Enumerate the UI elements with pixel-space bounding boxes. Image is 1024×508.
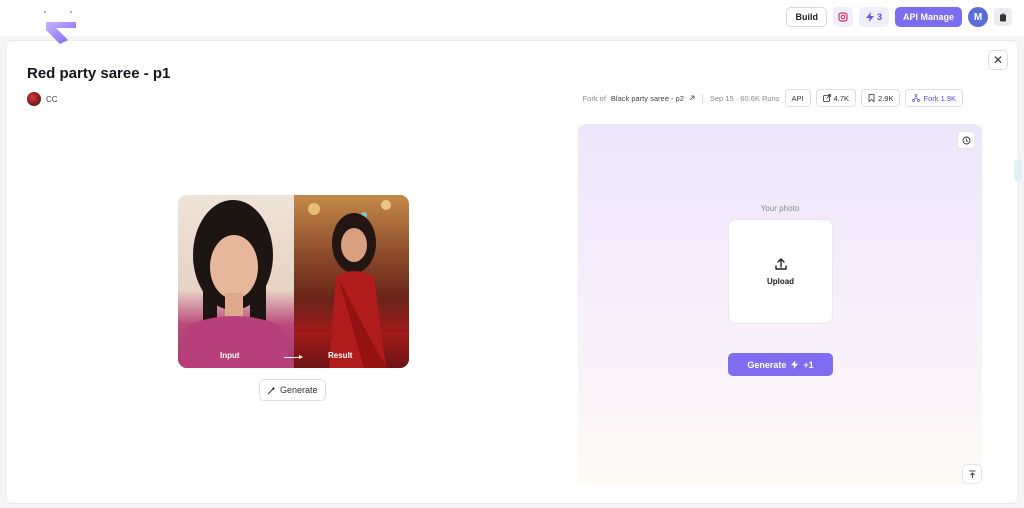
app-logo[interactable] <box>42 8 82 48</box>
page-title: Red party saree - p1 <box>27 65 171 82</box>
generate-button[interactable]: Generate +1 <box>728 353 833 376</box>
generate-cost: +1 <box>803 359 814 370</box>
api-button[interactable]: API <box>784 89 811 107</box>
close-icon: ✕ <box>992 53 1004 67</box>
user-avatar[interactable]: M <box>968 7 988 27</box>
api-manage-button[interactable]: API Manage <box>894 7 962 27</box>
input-caption: Input <box>220 351 240 360</box>
main-card: ✕ Red party saree - p1 CC Fork of Black … <box>5 40 1022 504</box>
top-bar: Build 3 API Manage M <box>0 0 1024 36</box>
instagram-icon <box>838 12 848 22</box>
result-photo: Result <box>294 195 409 368</box>
arrow-right-icon <box>284 355 303 359</box>
upload-icon <box>774 258 787 270</box>
author-avatar <box>27 92 41 106</box>
lightning-icon <box>865 12 874 22</box>
meta-row: Fork of Black party saree - p2 Sep 15 · … <box>583 89 963 107</box>
external-link-icon <box>689 95 695 101</box>
author-name: CC <box>46 94 58 104</box>
fork-prefix: Fork of <box>582 93 606 103</box>
fork-source-link[interactable]: Black party saree - p2 <box>611 94 684 103</box>
arrow-up-to-line-icon <box>969 470 975 478</box>
top-actions: Build 3 API Manage M <box>786 7 1012 27</box>
shares-count: 4.7K <box>833 93 850 103</box>
meta-divider <box>701 93 703 103</box>
history-button[interactable] <box>957 131 975 149</box>
clipboard-button[interactable] <box>994 8 1012 26</box>
date-runs: Sep 15 · 60.6K Runs <box>709 93 780 103</box>
author[interactable]: CC <box>27 92 58 106</box>
generate-example-button[interactable]: Generate <box>259 379 326 401</box>
generation-panel: Your photo Upload Generate +1 <box>578 124 982 484</box>
credits-count: 3 <box>876 12 882 22</box>
history-icon <box>962 136 970 144</box>
credits-badge[interactable]: 3 <box>858 7 889 27</box>
clipboard-icon <box>1000 13 1006 21</box>
api-label: API <box>791 93 804 103</box>
example-preview-image: Input Result <box>178 195 409 368</box>
fork-label: Fork 1.9K <box>923 93 956 103</box>
input-photo: Input <box>178 195 294 368</box>
fork-icon <box>912 94 921 102</box>
share-button[interactable]: 4.7K <box>815 89 857 107</box>
close-button[interactable]: ✕ <box>988 50 1008 70</box>
scroll-to-top-button[interactable] <box>962 464 982 484</box>
lightning-icon <box>791 360 799 369</box>
saves-count: 2.9K <box>878 93 894 103</box>
save-button[interactable]: 2.9K <box>861 89 901 107</box>
result-caption: Result <box>328 351 353 360</box>
build-button[interactable]: Build <box>786 7 827 27</box>
your-photo-label: Your photo <box>760 204 800 213</box>
generate-example-label: Generate <box>280 385 318 395</box>
fork-button[interactable]: Fork 1.9K <box>905 89 963 107</box>
generate-label: Generate <box>747 359 787 370</box>
side-handle[interactable] <box>1014 159 1022 181</box>
upload-dropzone[interactable]: Upload <box>728 219 833 324</box>
upload-label: Upload <box>766 277 795 286</box>
bookmark-icon <box>868 94 875 102</box>
instagram-button[interactable] <box>832 7 853 27</box>
share-icon <box>822 94 831 102</box>
magic-wand-icon <box>267 386 276 394</box>
